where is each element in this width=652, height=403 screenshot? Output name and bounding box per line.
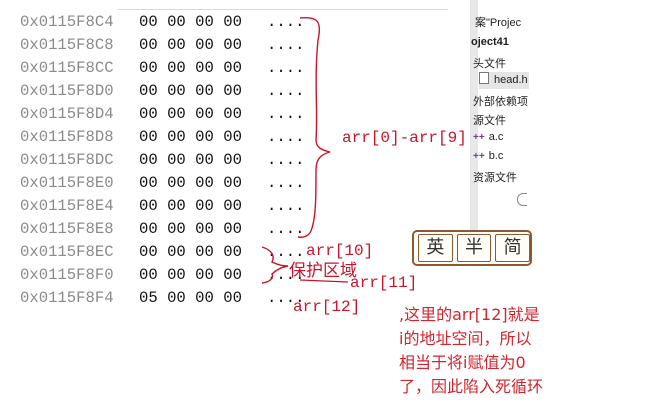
explanation-line: 相当于将i赋值为0 xyxy=(399,353,526,372)
memory-ascii: .... xyxy=(267,82,305,100)
source-file-a-node[interactable]: ++ a.c xyxy=(473,131,503,143)
memory-bytes: 00 00 00 00 xyxy=(139,59,242,77)
external-deps-label: 外部依赖项 xyxy=(473,96,528,108)
header-file-node[interactable]: head.h xyxy=(479,72,529,89)
memory-address: 0x0115F8F0 xyxy=(20,266,114,284)
source-folder-node[interactable]: 源文件 xyxy=(473,112,506,128)
project-label: oject41 xyxy=(471,36,509,48)
memory-address: 0x0115F8F4 xyxy=(20,289,114,307)
memory-bytes: 00 00 00 00 xyxy=(139,174,242,192)
collapse-icon[interactable] xyxy=(517,193,527,206)
memory-bytes: 00 00 00 00 xyxy=(139,266,242,284)
source-file-a-label: a.c xyxy=(488,131,504,143)
source-file-b-label: b.c xyxy=(488,150,504,162)
memory-view: 0x0115F8C4 00 00 00 00.... 0x0115F8C8 00 00… xyxy=(0,0,470,320)
memory-ascii: .... xyxy=(267,197,305,215)
memory-address: 0x0115F8CC xyxy=(20,59,114,77)
memory-address: 0x0115F8E0 xyxy=(20,174,114,192)
memory-address: 0x0115F8D4 xyxy=(20,105,114,123)
memory-address: 0x0115F8EC xyxy=(20,243,114,261)
explanation-line: i的地址空间，所以 xyxy=(399,329,532,348)
cpp-file-icon: ++ xyxy=(473,151,485,162)
memory-row: 0x0115F8C4 00 00 00 00.... xyxy=(20,11,307,34)
resource-folder-label: 资源文件 xyxy=(473,172,517,184)
memory-row: 0x0115F8F0 00 00 00 00.... xyxy=(20,264,307,287)
ime-width-button[interactable]: 半 xyxy=(456,234,492,262)
resource-folder-node[interactable]: 资源文件 xyxy=(473,169,517,185)
memory-address: 0x0115F8D8 xyxy=(20,128,114,146)
project-node[interactable]: oject41 xyxy=(471,36,509,48)
memory-bytes: 00 00 00 00 xyxy=(139,36,242,54)
annotation-arr12: arr[12] xyxy=(293,298,361,316)
memory-row: 0x0115F8D0 00 00 00 00.... xyxy=(20,80,307,103)
memory-ascii: .... xyxy=(267,105,305,123)
headers-folder-label: 头文件 xyxy=(473,58,506,70)
memory-address: 0x0115F8E8 xyxy=(20,220,114,238)
memory-row: 0x0115F8E4 00 00 00 00.... xyxy=(20,195,307,218)
external-deps-node[interactable]: 外部依赖项 xyxy=(473,93,528,109)
explanation-line: ,这里的arr[12]就是 xyxy=(399,305,540,324)
source-folder-label: 源文件 xyxy=(473,115,506,127)
memory-ascii: .... xyxy=(267,36,305,54)
memory-header-divider xyxy=(118,9,448,10)
memory-address: 0x0115F8C8 xyxy=(20,36,114,54)
annotation-arr0-9: arr[0]-arr[9] xyxy=(342,129,467,147)
explanation-note: ,这里的arr[12]就是 i的地址空间，所以 相当于将i赋值为0 了，因此陷入… xyxy=(399,303,543,399)
solution-node[interactable]: 案"Projec xyxy=(475,14,521,30)
cpp-file-icon: ++ xyxy=(473,132,485,143)
ime-charset-button[interactable]: 简 xyxy=(495,234,531,262)
source-file-b-node[interactable]: ++ b.c xyxy=(473,150,503,162)
memory-bytes: 00 00 00 00 xyxy=(139,105,242,123)
memory-bytes: 00 00 00 00 xyxy=(139,13,242,31)
memory-bytes: 00 00 00 00 xyxy=(139,197,242,215)
memory-bytes: 00 00 00 00 xyxy=(139,82,242,100)
memory-bytes: 00 00 00 00 xyxy=(139,220,242,238)
solution-label: 案"Projec xyxy=(475,17,522,29)
annotation-protect-zone: 保护区域 xyxy=(289,261,357,281)
explanation-line: 了，因此陷入死循环 xyxy=(399,377,544,396)
memory-row: 0x0115F8C8 00 00 00 00.... xyxy=(20,34,307,57)
memory-bytes: 05 00 00 00 xyxy=(139,289,242,307)
memory-row: 0x0115F8E0 00 00 00 00.... xyxy=(20,172,307,195)
memory-row: 0x0115F8CC 00 00 00 00.... xyxy=(20,57,307,80)
memory-ascii: .... xyxy=(267,220,305,238)
memory-row: 0x0115F8F4 05 00 00 00.... xyxy=(20,287,307,310)
annotation-arr11: arr[11] xyxy=(350,274,418,292)
memory-ascii: .... xyxy=(267,59,305,77)
memory-bytes: 00 00 00 00 xyxy=(139,151,242,169)
ime-language-button[interactable]: 英 xyxy=(418,234,453,262)
header-file-icon xyxy=(479,72,489,84)
memory-row: 0x0115F8D8 00 00 00 00.... xyxy=(20,126,307,149)
ime-toolbar: 英 半 简 xyxy=(412,230,532,266)
memory-address: 0x0115F8D0 xyxy=(20,82,114,100)
memory-address: 0x0115F8C4 xyxy=(20,13,114,31)
memory-row: 0x0115F8D4 00 00 00 00.... xyxy=(20,103,307,126)
memory-address: 0x0115F8DC xyxy=(20,151,114,169)
headers-folder-node[interactable]: 头文件 xyxy=(473,55,506,71)
memory-ascii: .... xyxy=(267,151,305,169)
memory-ascii: .... xyxy=(267,174,305,192)
memory-row: 0x0115F8E8 00 00 00 00.... xyxy=(20,218,307,241)
memory-row: 0x0115F8DC 00 00 00 00.... xyxy=(20,149,307,172)
memory-ascii: .... xyxy=(267,13,305,31)
memory-ascii: .... xyxy=(267,128,305,146)
header-file-label: head.h xyxy=(494,74,528,86)
memory-bytes: 00 00 00 00 xyxy=(139,128,242,146)
memory-row: 0x0115F8EC 00 00 00 00.... xyxy=(20,241,307,264)
memory-address: 0x0115F8E4 xyxy=(20,197,114,215)
memory-bytes: 00 00 00 00 xyxy=(139,243,242,261)
